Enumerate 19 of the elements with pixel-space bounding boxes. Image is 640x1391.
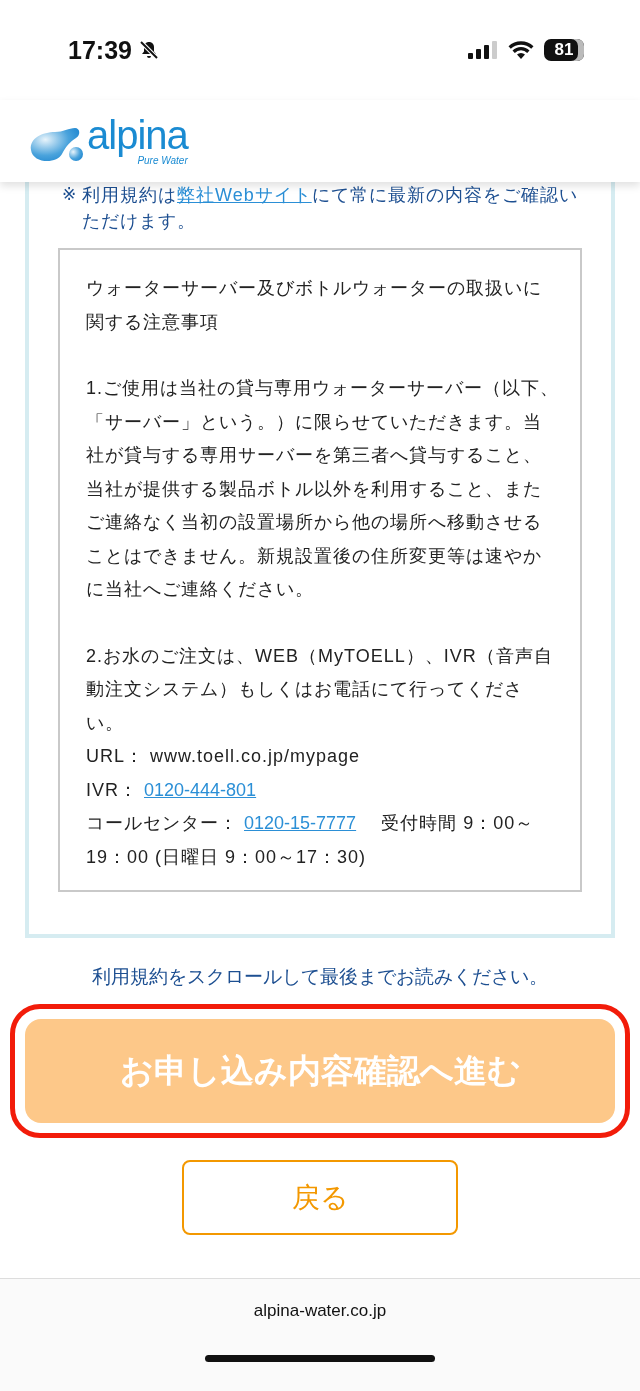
terms-title: ウォーターサーバー及びボトルウォーターの取扱いに関する注意事項 bbox=[86, 277, 543, 334]
signal-icon bbox=[468, 40, 498, 60]
status-time: 17:39 bbox=[68, 35, 132, 65]
terms-clause: 2.お水のご注文は、WEB（MyTOELL）、IVR（音声自動注文システム）もしくはお電話にて行ってください。 bbox=[86, 644, 554, 735]
battery-icon: 81 bbox=[544, 39, 584, 61]
url-line: URL： www.toell.co.jp/mypage bbox=[86, 745, 362, 768]
back-button[interactable]: 戻る bbox=[182, 1160, 458, 1235]
note-mark: ※ bbox=[62, 184, 78, 206]
scroll-instruction: 利用規約をスクロールして最後までお読みください。 bbox=[92, 965, 548, 989]
website-link[interactable]: 弊社Webサイト bbox=[177, 185, 312, 205]
wifi-icon bbox=[508, 40, 534, 60]
phone-link[interactable]: 0120-444-801 bbox=[144, 779, 257, 800]
phone-link[interactable]: 0120-15-7777 bbox=[244, 813, 357, 833]
terms-clause: 1.ご使用は当社の貸与専用ウォーターサーバー（以下、「サーバー」という。）に限らせていただきます。当社が貸与する専用サーバーを第三者へ貸与すること、当社が提供する製品ボトル以外を利用すること、またご連絡なく当初の設置場所から他の場所へ移動させることはできません。新規設置後の住所変更等は速やかに当社へご連絡ください。 bbox=[86, 377, 560, 601]
terms-notice: 利用規約は弊社Webサイト にて常に最新の内容をご確認いただけます。 bbox=[82, 184, 579, 233]
logo-tagline: Pure Water bbox=[137, 156, 188, 166]
call-center-line: コールセンター： 0120-15-7777 受付時間 9：00～19：00 (日曜日 9：00～17：30) bbox=[86, 812, 536, 869]
ivr-line: IVR： 0120-444-801 bbox=[86, 778, 258, 802]
address-bar-url[interactable]: alpina-water.co.jp bbox=[253, 1301, 387, 1321]
